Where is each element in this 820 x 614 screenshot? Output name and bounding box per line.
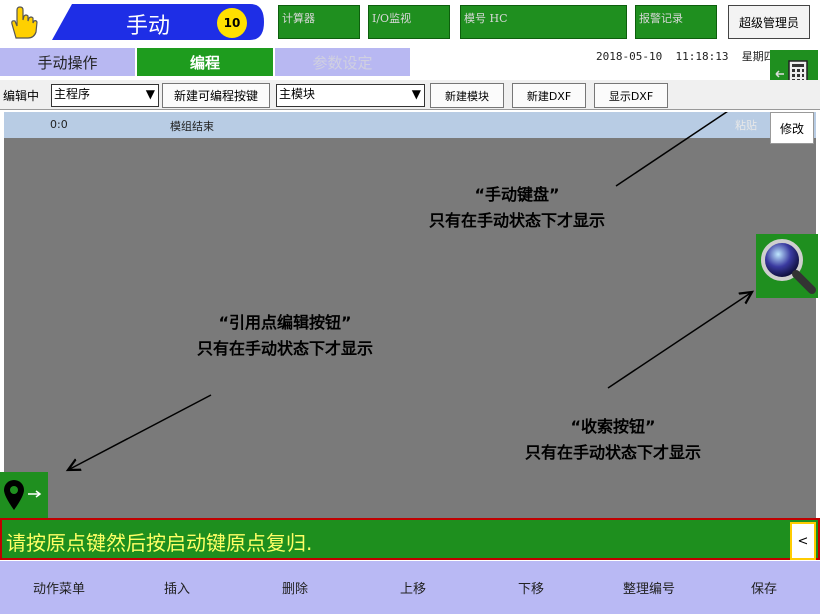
save-label: 保存 [750,582,777,597]
new-module-button[interactable]: 新建模块 [430,83,504,108]
keyboard-annotation-title: “手动键盘” [474,185,560,204]
user-label: 超级管理员 [738,15,799,30]
alarm-log-button[interactable]: 报警记录 [635,5,717,39]
show-dxf-label: 显示DXF [608,89,654,103]
editing-label: 编辑中 [3,89,40,103]
time-text: 11:18:13 [675,50,729,63]
keyboard-annotation-desc: 只有在手动状态下才显示 [428,211,605,230]
user-button[interactable]: 超级管理员 [728,5,810,39]
speed-badge[interactable]: 10 [217,8,247,38]
module-select-value: 主模块 [279,87,316,101]
refpoint-annotation: “引用点编辑按钮” 只有在手动状态下才显示 [170,310,400,362]
move-down-button[interactable]: 下移 [472,561,591,614]
new-module-label: 新建模块 [445,89,489,103]
tab-program-label: 编程 [189,53,220,72]
new-programmable-key-button[interactable]: 新建可编程按键 [162,83,270,108]
speed-value: 10 [223,16,241,30]
refpoint-annotation-title: “引用点编辑按钮” [218,313,352,332]
move-up-label: 上移 [399,582,426,597]
delete-button[interactable]: 删除 [236,561,355,614]
tab-parameters[interactable]: 参数设定 [275,48,410,76]
keyboard-annotation: “手动键盘” 只有在手动状态下才显示 [402,182,632,234]
collapse-button[interactable]: < [790,522,816,560]
status-bar: 请按原点键然后按启动键原点复归. < [0,518,820,560]
status-message: 请按原点键然后按启动键原点复归. [6,531,313,555]
program-select[interactable]: 主程序 ▼ [51,84,159,107]
renumber-button[interactable]: 整理编号 [590,561,709,614]
search-annotation-desc: 只有在手动状态下才显示 [524,443,701,462]
mold-number-label: 模号 HC [464,12,508,25]
insert-button[interactable]: 插入 [118,561,237,614]
calculator-button[interactable]: 计算器 [278,5,360,39]
mode-label: 手动 [126,14,171,39]
program-select-value: 主程序 [54,87,91,101]
save-button[interactable]: 保存 [708,561,820,614]
show-dxf-button[interactable]: 显示DXF [594,83,668,108]
io-monitor-button[interactable]: I/O监视 [368,5,450,39]
program-toolbar: 编辑中 主程序 ▼ 新建可编程按键 主模块 ▼ 新建模块 新建DXF 显示DXF [0,80,820,110]
module-select[interactable]: 主模块 ▼ [276,84,425,107]
delete-label: 删除 [281,582,308,597]
renumber-label: 整理编号 [622,582,675,597]
datetime: 2018-05-10 11:18:13 星期四 [596,48,775,64]
date-text: 2018-05-10 [596,50,663,63]
new-dxf-label: 新建DXF [526,89,572,103]
calculator-label: 计算器 [282,12,315,25]
tab-programming[interactable]: 编程 [137,48,273,76]
bottom-button-bar: 动作菜单 插入 删除 上移 下移 整理编号 保存 [0,561,820,614]
action-menu-label: 动作菜单 [32,582,85,597]
dropdown-arrow-icon: ▼ [145,87,155,101]
new-prog-key-label: 新建可编程按键 [173,89,258,103]
top-bar: 手动 10 计算器 I/O监视 模号 HC 报警记录 超级管理员 [0,0,820,46]
chevron-left-icon: < [797,533,809,549]
search-annotation-title: “收索按钮” [570,417,656,436]
mold-number-button[interactable]: 模号 HC [460,5,627,39]
refpoint-annotation-desc: 只有在手动状态下才显示 [196,339,373,358]
search-annotation: “收索按钮” 只有在手动状态下才显示 [498,414,728,466]
move-up-button[interactable]: 上移 [354,561,473,614]
insert-label: 插入 [163,582,190,597]
tab-manual-label: 手动操作 [37,53,98,72]
new-dxf-button[interactable]: 新建DXF [512,83,586,108]
tab-params-label: 参数设定 [312,53,373,72]
hand-icon[interactable] [6,4,40,40]
search-icon[interactable] [756,234,818,298]
program-list-area[interactable]: 0:0 模组结束 粘贴 修改 “手动键盘” 只有在手动状态下才显示 “引用点编辑… [4,112,816,518]
mode-indicator[interactable]: 手动 10 [50,2,265,42]
location-pin-icon[interactable] [0,472,48,518]
dropdown-arrow-icon: ▼ [411,87,421,101]
alarm-log-label: 报警记录 [639,12,683,25]
action-menu-button[interactable]: 动作菜单 [0,561,119,614]
move-down-label: 下移 [517,582,544,597]
io-monitor-label: I/O监视 [372,12,412,25]
tab-manual-operation[interactable]: 手动操作 [0,48,135,76]
